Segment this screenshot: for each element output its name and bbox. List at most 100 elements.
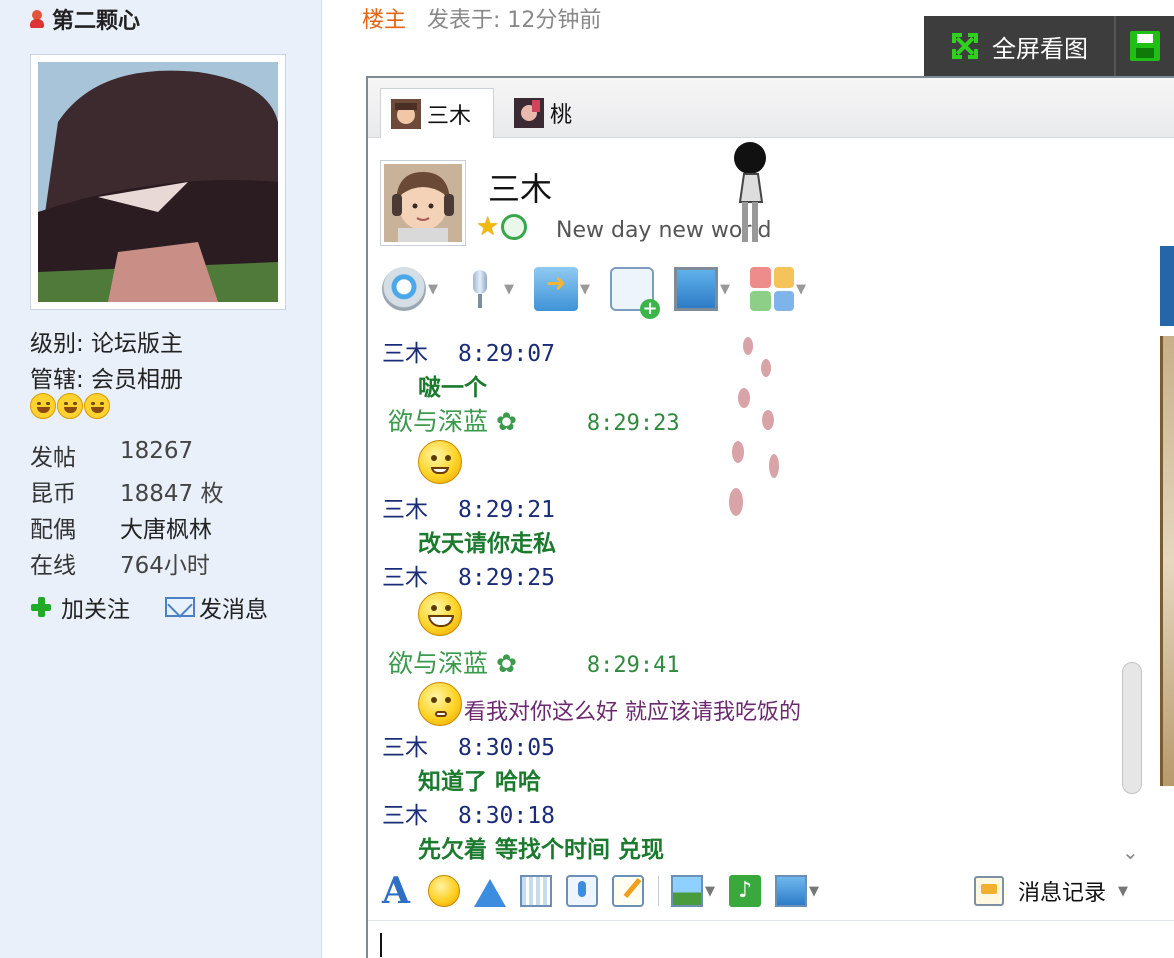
tab-tao[interactable]: 桃	[514, 88, 572, 138]
stat-label-posts: 发帖	[30, 445, 76, 471]
magic-button[interactable]	[520, 875, 552, 907]
chevron-down-icon: ▼	[428, 281, 438, 297]
message-list: 三木 8:29:07 啵一个 欲与深蓝 ✿ 8:29:23 三木 8:29:21 改天…	[382, 330, 1142, 862]
screenshot-button[interactable]: ▼	[775, 875, 819, 907]
message-time: 8:29:07	[458, 341, 555, 367]
star-icon[interactable]: ★	[476, 214, 499, 240]
voice-call-button[interactable]: ▼	[458, 267, 514, 311]
message-header: 三木 8:30:18	[382, 796, 555, 830]
message-text: 看我对你这么好 就应该请我吃饭的	[464, 700, 801, 725]
message-text: 改天请你走私	[418, 531, 556, 557]
pencil-note-icon	[612, 875, 644, 907]
chat-tab-bar: 三木 桃	[368, 78, 1174, 138]
folder-icon	[534, 267, 578, 311]
monitor-icon	[674, 267, 718, 311]
status-icons: ★	[476, 214, 528, 240]
sender-name: 三木	[382, 735, 428, 761]
stat-value-spouse[interactable]: 大唐枫林	[120, 510, 212, 544]
tab-label: 三木	[427, 103, 472, 129]
film-icon	[520, 875, 552, 907]
smiley-icon	[84, 393, 110, 419]
message-scrollbar[interactable]	[1122, 662, 1142, 794]
message-time: 8:30:05	[458, 735, 555, 761]
message-text: 先欠着 等找个时间 兑现	[418, 837, 665, 862]
chevron-down-icon: ▼	[809, 883, 819, 899]
sender-name: 三木	[382, 497, 428, 523]
user-avatar[interactable]	[30, 54, 286, 310]
username-row: 第二颗心	[30, 4, 140, 34]
rank-icons	[30, 393, 110, 419]
message-header: 三木 8:29:07	[382, 334, 555, 368]
message-history-button[interactable]: 消息记录 ▼	[974, 870, 1128, 912]
emoji-button[interactable]	[428, 875, 460, 907]
follow-label: 加关注	[61, 597, 130, 623]
font-button[interactable]: A	[382, 870, 414, 912]
message-time: 8:29:41	[586, 653, 680, 678]
image-viewer-toolbar: 全屏看图	[924, 16, 1174, 76]
message-time: 8:29:23	[586, 411, 680, 436]
voice-message-button[interactable]	[566, 875, 598, 907]
microphone-icon	[458, 267, 502, 311]
add-chat-icon	[610, 267, 660, 319]
contact-avatar[interactable]	[380, 160, 466, 246]
message-text: 知道了 哈哈	[418, 769, 542, 795]
shake-icon	[474, 875, 506, 907]
stat-value-coins: 18847 枚	[120, 481, 224, 507]
fullscreen-button[interactable]: 全屏看图	[924, 16, 1116, 76]
contact-avatar-small	[514, 98, 544, 128]
message-time: 8:29:21	[458, 497, 555, 523]
image-icon	[671, 875, 703, 907]
side-panel-header	[1160, 246, 1174, 326]
toolbar-divider	[658, 876, 659, 906]
chat-window: 三木 桃 三木 ★ New day new world ▼ ▼ ▼ ▼ ▼	[366, 76, 1174, 958]
mail-icon	[165, 597, 195, 617]
sender-name: 三木	[382, 565, 428, 591]
sender-name: 三木	[382, 341, 428, 367]
voice-message-icon	[566, 875, 598, 907]
send-message-label: 发消息	[199, 597, 268, 623]
chevron-down-icon: ▼	[705, 883, 715, 899]
chevron-down-icon: ▼	[1118, 883, 1129, 899]
user-icon	[30, 10, 44, 28]
plus-icon	[30, 596, 52, 618]
clover-icon: ✿	[488, 649, 517, 678]
salute-emoji-icon	[418, 440, 462, 484]
curious-emoji-icon	[418, 682, 462, 726]
user-level: 级别: 论坛版主	[30, 331, 184, 357]
message-header: 三木 8:30:05	[382, 728, 555, 762]
font-icon: A	[382, 870, 410, 912]
message-header: 三木 8:29:25	[382, 558, 555, 592]
doodle-button[interactable]	[612, 875, 644, 907]
music-icon: ♪	[729, 875, 761, 907]
send-file-button[interactable]: ▼	[534, 267, 590, 311]
tab-sanmu[interactable]: 三木	[380, 88, 494, 138]
chevron-down-icon: ▼	[580, 281, 590, 297]
message-text: 啵一个	[418, 375, 487, 401]
save-icon[interactable]	[1130, 31, 1160, 61]
send-message-button[interactable]: 发消息	[165, 590, 268, 624]
sender-name: 欲与深蓝	[388, 649, 489, 678]
nudge-button[interactable]	[474, 875, 506, 907]
follow-button[interactable]: 加关注	[30, 590, 130, 624]
music-button[interactable]: ♪	[729, 875, 761, 907]
qq-zone-icon[interactable]	[501, 214, 528, 240]
input-toolbar: A ▼ ♪ ▼ 消息记录 ▼	[382, 870, 1172, 912]
username[interactable]: 第二颗心	[52, 3, 140, 35]
fullscreen-icon	[952, 33, 978, 59]
message-input[interactable]	[368, 920, 1174, 958]
video-call-button[interactable]: ▼	[382, 267, 438, 311]
smiley-icon	[30, 393, 56, 419]
floor-label: 楼主	[362, 8, 407, 32]
message-time: 8:30:18	[458, 803, 555, 829]
contact-name: 三木	[488, 170, 553, 208]
sender-name: 欲与深蓝	[388, 407, 489, 436]
group-chat-button[interactable]	[610, 267, 660, 319]
send-image-button[interactable]: ▼	[671, 875, 715, 907]
stat-value-online: 764小时	[120, 553, 210, 579]
collapse-icon[interactable]: ⌄	[1122, 840, 1139, 864]
webcam-icon	[382, 267, 426, 311]
smiley-icon	[57, 393, 83, 419]
history-label: 消息记录	[1018, 881, 1107, 906]
side-panel-image	[1160, 336, 1174, 786]
fullscreen-label: 全屏看图	[992, 34, 1088, 63]
